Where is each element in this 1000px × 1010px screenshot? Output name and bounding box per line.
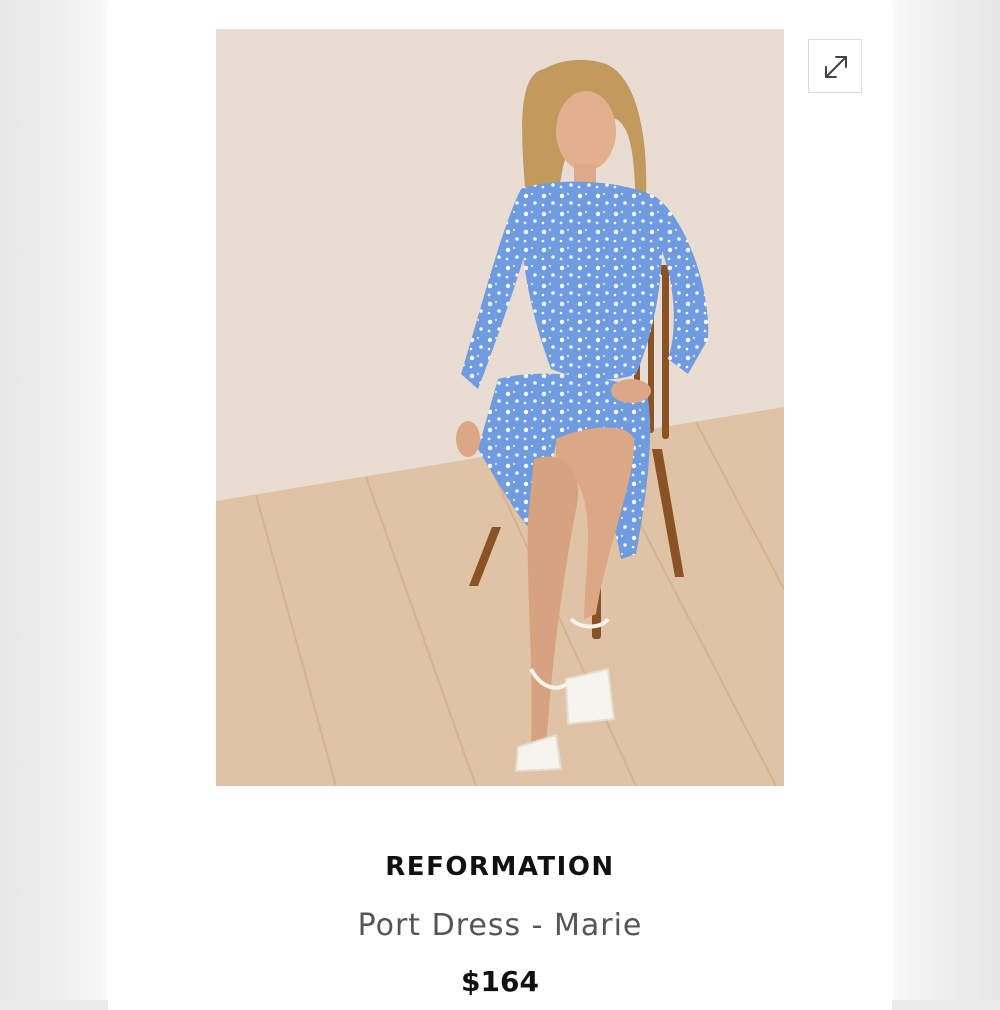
product-title[interactable]: Port Dress - Marie <box>108 908 892 943</box>
product-photo[interactable] <box>216 29 784 786</box>
product-price: $164 <box>461 965 539 998</box>
expand-arrows-icon <box>825 56 847 78</box>
product-card: REFORMATION Port Dress - Marie $164 <box>108 10 892 1010</box>
brand-name[interactable]: REFORMATION <box>108 852 892 882</box>
expand-image-button[interactable] <box>808 39 862 93</box>
